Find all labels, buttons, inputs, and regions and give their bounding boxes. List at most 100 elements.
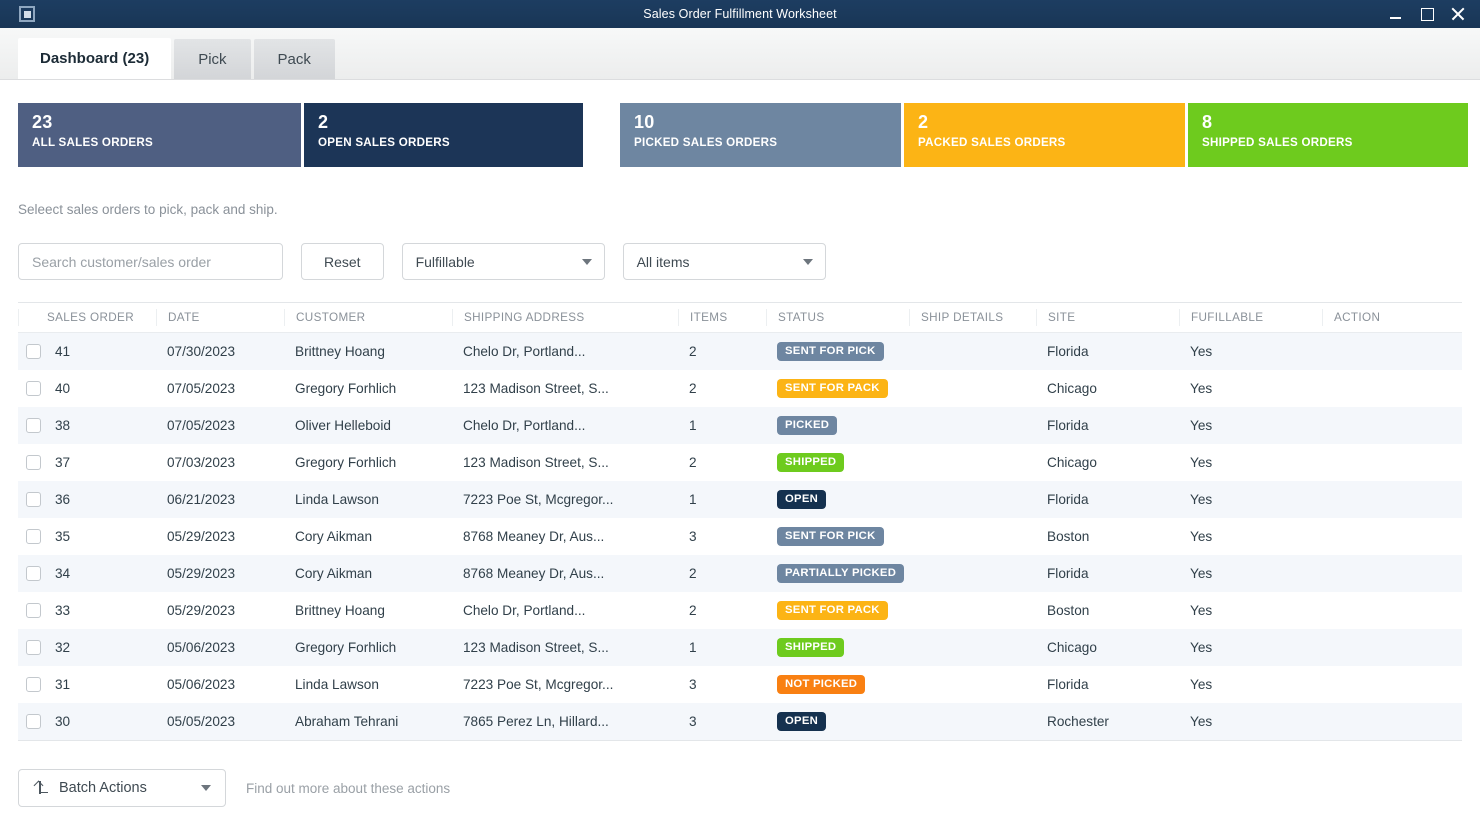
row-checkbox[interactable]: [26, 677, 41, 692]
table-header-row: SALES ORDER DATE CUSTOMER SHIPPING ADDRE…: [18, 303, 1462, 333]
kpi-card-shipped-sales-orders[interactable]: 8 SHIPPED SALES ORDERS: [1188, 103, 1468, 167]
close-icon[interactable]: [1451, 7, 1465, 21]
minimize-icon[interactable]: [1389, 7, 1403, 21]
table-header-fufillable[interactable]: FUFILLABLE: [1179, 309, 1322, 326]
kpi-value: 8: [1202, 112, 1213, 132]
status-badge: OPEN: [777, 712, 827, 731]
cell-items: 2: [689, 566, 697, 581]
cell-status: SHIPPED: [766, 638, 909, 657]
cell-date: 05/06/2023: [167, 677, 236, 692]
table-row[interactable]: 31 05/06/2023 Linda Lawson 7223 Poe St, Mcg…: [18, 666, 1462, 703]
cell-site: Florida: [1047, 344, 1089, 359]
table-row[interactable]: 33 05/29/2023 Brittney Hoang Chelo Dr, Port…: [18, 592, 1462, 629]
kpi-label: ALL SALES ORDERS: [32, 136, 154, 149]
cell-shipping-address: 7223 Poe St, Mcgregor...: [463, 492, 614, 507]
cell-site: Rochester: [1047, 714, 1109, 729]
kpi-card-all-sales-orders[interactable]: 23 ALL SALES ORDERS: [18, 103, 301, 167]
table-row[interactable]: 32 05/06/2023 Gregory Forhlich 123 Madison …: [18, 629, 1462, 666]
row-checkbox-cell: [18, 640, 44, 655]
title-bar: Sales Order Fulfillment Worksheet: [0, 0, 1480, 28]
row-checkbox-cell: [18, 677, 44, 692]
row-checkbox[interactable]: [26, 381, 41, 396]
search-input[interactable]: Search customer/sales order: [18, 243, 283, 280]
table-header-ship-details[interactable]: SHIP DETAILS: [909, 309, 1036, 326]
find-out-more-link[interactable]: Find out more about these actions: [246, 781, 450, 796]
tab-dashboard-label: Dashboard (23): [40, 50, 150, 67]
row-checkbox[interactable]: [26, 455, 41, 470]
table-header-items[interactable]: ITEMS: [678, 309, 766, 326]
table-header-customer[interactable]: CUSTOMER: [284, 309, 452, 326]
table-row[interactable]: 38 07/05/2023 Oliver Helleboid Chelo Dr, Po…: [18, 407, 1462, 444]
kpi-label: OPEN SALES ORDERS: [318, 136, 450, 149]
status-badge: OPEN: [777, 490, 827, 509]
kpi-card-packed-sales-orders[interactable]: 2 PACKED SALES ORDERS: [904, 103, 1185, 167]
cell-shipping-address: 8768 Meaney Dr, Aus...: [463, 529, 605, 544]
sales-orders-table: SALES ORDER DATE CUSTOMER SHIPPING ADDRE…: [18, 302, 1462, 741]
kpi-card-open-sales-orders[interactable]: 2 OPEN SALES ORDERS: [304, 103, 583, 167]
table-row[interactable]: 30 05/05/2023 Abraham Tehrani 7865 Perez Ln…: [18, 703, 1462, 740]
tab-pick[interactable]: Pick: [174, 39, 251, 79]
kpi-value: 2: [318, 112, 329, 132]
cell-fufillable: Yes: [1190, 677, 1213, 692]
cell-status: PARTIALLY PICKED: [766, 564, 909, 583]
row-checkbox-cell: [18, 418, 44, 433]
batch-actions-dropdown[interactable]: Batch Actions: [18, 769, 226, 807]
cell-site: Chicago: [1047, 381, 1097, 396]
table-row[interactable]: 41 07/30/2023 Brittney Hoang Chelo Dr, Port…: [18, 333, 1462, 370]
kpi-group-gap: [583, 103, 620, 167]
cell-items: 3: [689, 529, 697, 544]
tab-pack[interactable]: Pack: [253, 39, 335, 79]
cell-sales-order: 32: [55, 640, 71, 655]
cell-sales-order: 34: [55, 566, 71, 581]
cell-customer: Brittney Hoang: [295, 344, 385, 359]
row-checkbox[interactable]: [26, 714, 41, 729]
items-filter-dropdown[interactable]: All items: [622, 243, 826, 280]
table-header-checkbox-col: [18, 309, 44, 326]
cell-shipping-address: Chelo Dr, Portland...: [463, 344, 586, 359]
cell-fufillable: Yes: [1190, 381, 1213, 396]
table-row[interactable]: 36 06/21/2023 Linda Lawson 7223 Poe St, Mcg…: [18, 481, 1462, 518]
reset-button[interactable]: Reset: [301, 243, 384, 280]
table-header-site[interactable]: SITE: [1036, 309, 1179, 326]
row-checkbox[interactable]: [26, 603, 41, 618]
status-badge: SENT FOR PICK: [777, 527, 884, 546]
table-row[interactable]: 37 07/03/2023 Gregory Forhlich 123 Madison …: [18, 444, 1462, 481]
table-header-shipping-address[interactable]: SHIPPING ADDRESS: [452, 309, 678, 326]
table-header-sales-order[interactable]: SALES ORDER: [44, 309, 156, 326]
row-checkbox[interactable]: [26, 529, 41, 544]
row-checkbox[interactable]: [26, 418, 41, 433]
status-badge: SHIPPED: [777, 638, 845, 657]
cell-date: 05/06/2023: [167, 640, 236, 655]
cell-items: 2: [689, 344, 697, 359]
table-header-status[interactable]: STATUS: [766, 309, 909, 326]
cell-customer: Gregory Forhlich: [295, 381, 397, 396]
row-checkbox[interactable]: [26, 344, 41, 359]
row-checkbox[interactable]: [26, 492, 41, 507]
cell-site: Florida: [1047, 677, 1089, 692]
cell-site: Chicago: [1047, 455, 1097, 470]
cell-customer: Abraham Tehrani: [295, 714, 399, 729]
kpi-card-picked-sales-orders[interactable]: 10 PICKED SALES ORDERS: [620, 103, 901, 167]
cell-date: 07/03/2023: [167, 455, 236, 470]
table-header-date[interactable]: DATE: [156, 309, 284, 326]
row-checkbox-cell: [18, 455, 44, 470]
row-checkbox[interactable]: [26, 640, 41, 655]
cell-status: SENT FOR PICK: [766, 342, 909, 361]
cell-fufillable: Yes: [1190, 455, 1213, 470]
tab-bar: Dashboard (23) Pick Pack: [0, 28, 1480, 80]
table-header-action[interactable]: ACTION: [1322, 309, 1462, 326]
tab-dashboard[interactable]: Dashboard (23): [18, 38, 172, 79]
table-row[interactable]: 35 05/29/2023 Cory Aikman 8768 Meaney Dr, A…: [18, 518, 1462, 555]
table-row[interactable]: 34 05/29/2023 Cory Aikman 8768 Meaney Dr, A…: [18, 555, 1462, 592]
row-checkbox[interactable]: [26, 566, 41, 581]
maximize-icon[interactable]: [1420, 7, 1434, 21]
table-row[interactable]: 40 07/05/2023 Gregory Forhlich 123 Madison …: [18, 370, 1462, 407]
cell-fufillable: Yes: [1190, 529, 1213, 544]
status-badge: SENT FOR PACK: [777, 379, 888, 398]
fulfillable-filter-dropdown[interactable]: Fulfillable: [401, 243, 605, 280]
cell-shipping-address: 123 Madison Street, S...: [463, 381, 609, 396]
cell-fufillable: Yes: [1190, 344, 1213, 359]
cell-site: Florida: [1047, 418, 1089, 433]
cell-date: 07/05/2023: [167, 381, 236, 396]
status-badge: PICKED: [777, 416, 838, 435]
